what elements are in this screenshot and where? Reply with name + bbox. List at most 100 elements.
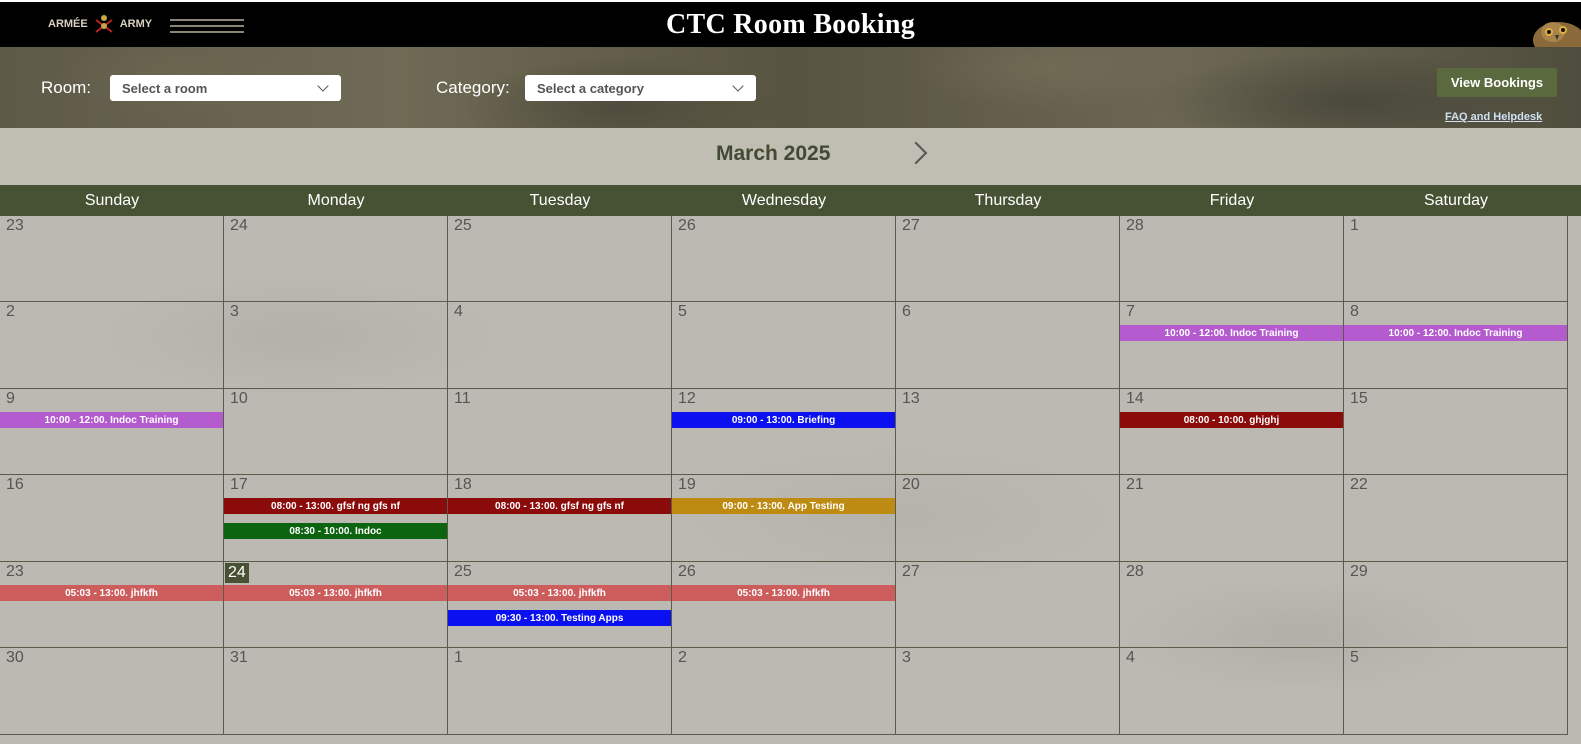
faq-helpdesk-link[interactable]: FAQ and Helpdesk xyxy=(1445,111,1542,123)
booking-event[interactable]: 09:00 - 13:00. Briefing xyxy=(672,412,895,428)
day-cell[interactable]: 21 xyxy=(1120,475,1344,562)
day-cell[interactable]: 27 xyxy=(896,216,1120,302)
day-number: 13 xyxy=(902,390,920,407)
day-cell[interactable]: 26 xyxy=(672,216,896,302)
booking-event[interactable]: 08:00 - 10:00. ghjghj xyxy=(1120,412,1343,428)
chevron-down-icon xyxy=(317,80,329,92)
booking-event[interactable]: 10:00 - 12:00. Indoc Training xyxy=(0,412,223,428)
weekday-monday: Monday xyxy=(307,191,365,209)
day-cell[interactable]: 28 xyxy=(1120,562,1344,648)
day-cell[interactable]: 14 08:00 - 10:00. ghjghj xyxy=(1120,389,1344,475)
day-cell[interactable]: 24 xyxy=(224,216,448,302)
view-bookings-button[interactable]: View Bookings xyxy=(1437,68,1557,97)
day-cell[interactable]: 24 05:03 - 13:00. jhfkfh xyxy=(224,562,448,648)
day-cell[interactable]: 16 xyxy=(0,475,224,562)
room-select[interactable]: Select a room xyxy=(110,75,341,101)
day-cell[interactable]: 8 10:00 - 12:00. Indoc Training xyxy=(1344,302,1568,389)
booking-event[interactable]: 08:30 - 10:00. Indoc xyxy=(224,523,447,539)
day-cell[interactable]: 11 xyxy=(448,389,672,475)
day-number: 30 xyxy=(6,649,24,666)
page-title: CTC Room Booking xyxy=(665,8,916,40)
day-cell[interactable]: 23 05:03 - 13:00. jhfkfh xyxy=(0,562,224,648)
day-cell[interactable]: 23 xyxy=(0,216,224,302)
day-cell[interactable]: 26 05:03 - 13:00. jhfkfh xyxy=(672,562,896,648)
day-cell[interactable]: 4 xyxy=(1120,648,1344,735)
day-cell[interactable]: 12 09:00 - 13:00. Briefing xyxy=(672,389,896,475)
booking-event[interactable]: 09:00 - 13:00. App Testing xyxy=(672,498,895,514)
chevron-right-icon[interactable] xyxy=(904,141,928,165)
day-cell[interactable]: 29 xyxy=(1344,562,1568,648)
weekday-sunday: Sunday xyxy=(84,191,140,209)
day-cell[interactable]: 6 xyxy=(896,302,1120,389)
day-cell[interactable]: 17 08:00 - 13:00. gfsf ng gfs nf 08:30 - 1… xyxy=(224,475,448,562)
day-number: 22 xyxy=(1350,476,1368,493)
booking-event[interactable]: 05:03 - 13:00. jhfkfh xyxy=(672,585,895,601)
day-cell[interactable]: 1 xyxy=(448,648,672,735)
day-cell[interactable]: 22 xyxy=(1344,475,1568,562)
calendar-grid: 23 24 25 26 27 28 1 2 3 4 5 6 7 10:00 - 12:00. Indoc … xyxy=(0,216,1581,744)
day-cell[interactable]: 25 xyxy=(448,216,672,302)
booking-event[interactable]: 08:00 - 13:00. gfsf ng gfs nf xyxy=(224,498,447,514)
day-number: 7 xyxy=(1126,303,1135,320)
day-cell[interactable]: 7 10:00 - 12:00. Indoc Training xyxy=(1120,302,1344,389)
day-cell[interactable]: 13 xyxy=(896,389,1120,475)
weekday-thursday: Thursday xyxy=(974,191,1042,209)
weekday-saturday: Saturday xyxy=(1423,191,1489,209)
booking-event[interactable]: 05:03 - 13:00. jhfkfh xyxy=(448,585,671,601)
booking-event[interactable]: 09:30 - 13:00. Testing Apps xyxy=(448,610,671,626)
day-cell[interactable]: 30 xyxy=(0,648,224,735)
weekday-wednesday: Wednesday xyxy=(741,191,827,209)
day-cell[interactable]: 5 xyxy=(1344,648,1568,735)
day-number: 16 xyxy=(6,476,24,493)
day-number: 25 xyxy=(454,217,472,234)
logo-text-en: ARMY xyxy=(119,17,153,30)
day-number: 5 xyxy=(678,303,687,320)
category-select[interactable]: Select a category xyxy=(525,75,756,101)
day-cell[interactable]: 5 xyxy=(672,302,896,389)
day-cell[interactable]: 20 xyxy=(896,475,1120,562)
day-cell[interactable]: 18 08:00 - 13:00. gfsf ng gfs nf xyxy=(448,475,672,562)
day-cell[interactable]: 9 10:00 - 12:00. Indoc Training xyxy=(0,389,224,475)
day-cell[interactable]: 15 xyxy=(1344,389,1568,475)
day-cell[interactable]: 31 xyxy=(224,648,448,735)
day-cell[interactable]: 27 xyxy=(896,562,1120,648)
day-number: 29 xyxy=(1350,563,1368,580)
weekday-friday: Friday xyxy=(1209,191,1255,209)
unit-logo xyxy=(170,19,244,33)
month-header: March 2025 xyxy=(0,128,1581,185)
day-cell[interactable]: 2 xyxy=(672,648,896,735)
day-cell[interactable]: 10 xyxy=(224,389,448,475)
chevron-down-icon xyxy=(732,80,744,92)
booking-event[interactable]: 05:03 - 13:00. jhfkfh xyxy=(0,585,223,601)
booking-event[interactable]: 10:00 - 12:00. Indoc Training xyxy=(1120,325,1343,341)
day-cell[interactable]: 25 05:03 - 13:00. jhfkfh 09:30 - 13:00. Te… xyxy=(448,562,672,648)
filter-bar: Room: Select a room Category: Select a c… xyxy=(0,47,1581,128)
day-number: 8 xyxy=(1350,303,1359,320)
booking-event[interactable]: 08:00 - 13:00. gfsf ng gfs nf xyxy=(448,498,671,514)
day-number: 3 xyxy=(902,649,911,666)
day-number: 2 xyxy=(678,649,687,666)
day-cell[interactable]: 4 xyxy=(448,302,672,389)
category-select-placeholder: Select a category xyxy=(537,80,644,96)
day-cell[interactable]: 2 xyxy=(0,302,224,389)
weekday-tuesday: Tuesday xyxy=(529,191,591,209)
booking-event[interactable]: 05:03 - 13:00. jhfkfh xyxy=(224,585,447,601)
day-number: 14 xyxy=(1126,390,1144,407)
room-label: Room: xyxy=(41,78,92,97)
booking-event[interactable]: 10:00 - 12:00. Indoc Training xyxy=(1344,325,1567,341)
day-number: 21 xyxy=(1126,476,1144,493)
logo-text-fr: ARMÉE xyxy=(48,17,88,30)
day-cell[interactable]: 3 xyxy=(896,648,1120,735)
day-number: 23 xyxy=(6,217,24,234)
day-cell[interactable]: 28 xyxy=(1120,216,1344,302)
weekday-header: Sunday Monday Tuesday Wednesday Thursday Frid… xyxy=(0,185,1581,216)
day-number: 19 xyxy=(678,476,696,493)
owl-icon xyxy=(1523,10,1581,58)
day-number: 18 xyxy=(454,476,472,493)
day-cell[interactable]: 1 xyxy=(1344,216,1568,302)
day-cell[interactable]: 3 xyxy=(224,302,448,389)
day-number: 9 xyxy=(6,390,15,407)
day-cell[interactable]: 19 09:00 - 13:00. App Testing xyxy=(672,475,896,562)
room-select-placeholder: Select a room xyxy=(122,80,208,96)
day-number: 25 xyxy=(454,563,472,580)
